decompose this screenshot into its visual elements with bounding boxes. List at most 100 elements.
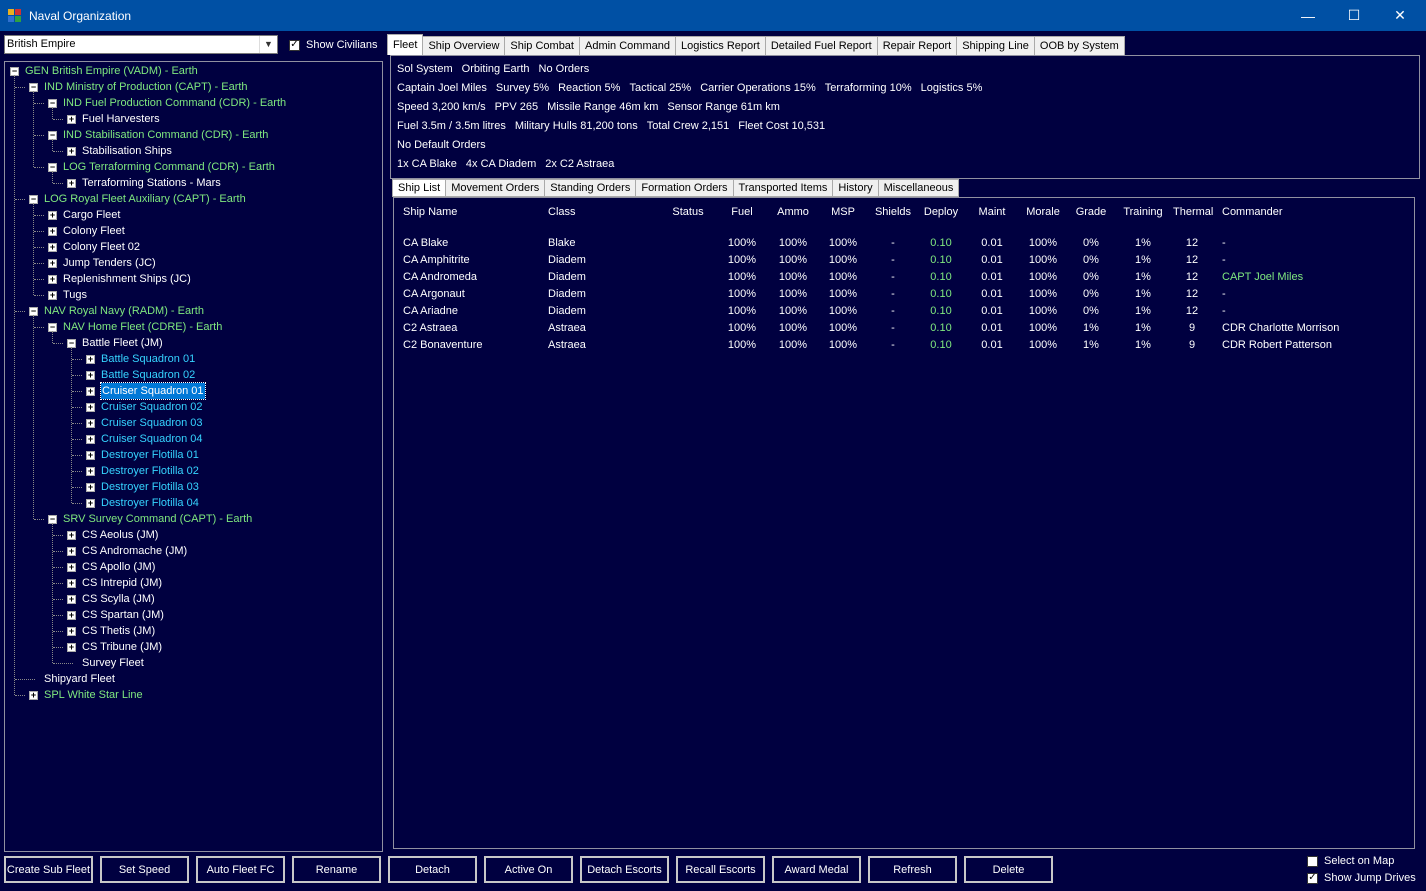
table-row[interactable]: CA Andromeda Diadem 100% 100% 100% - 0.10 0.01 1… (394, 271, 1394, 288)
tree-node-terraforming-stations-mars[interactable]: + Terraforming Stations - Mars (67, 175, 221, 191)
column-header-ammo[interactable]: Ammo (776, 206, 810, 218)
tab-ship-combat[interactable]: Ship Combat (504, 36, 580, 55)
table-row[interactable]: CA Amphitrite Diadem 100% 100% 100% - 0.10 0.01… (394, 254, 1394, 271)
tree-node-label[interactable]: Destroyer Flotilla 01 (101, 447, 199, 463)
ship-list-table[interactable]: Ship Name Class Status Fuel Ammo MSP Shields De… (393, 197, 1415, 849)
expand-icon[interactable]: + (67, 578, 76, 588)
subtab-movement-orders[interactable]: Movement Orders (445, 179, 546, 197)
tree-node-label[interactable]: Battle Squadron 02 (101, 367, 195, 383)
tree-node-label[interactable]: Tugs (63, 287, 87, 303)
tree-node-label[interactable]: CS Thetis (JM) (82, 623, 155, 639)
column-header-ship-name[interactable]: Ship Name (403, 206, 457, 218)
select-on-map-checkbox[interactable] (1307, 855, 1318, 867)
column-header-fuel[interactable]: Fuel (727, 206, 757, 218)
tree-node-battle-squadron-01[interactable]: + Battle Squadron 01 (86, 351, 195, 367)
show-jump-drives-checkbox[interactable]: ✓ (1307, 872, 1318, 884)
tab-repair-report[interactable]: Repair Report (876, 36, 958, 55)
tree-node-spl-white-star-line[interactable]: + SPL White Star Line (29, 687, 143, 703)
tree-node-label[interactable]: Cruiser Squadron 02 (101, 399, 203, 415)
expand-icon[interactable]: + (48, 242, 57, 252)
expand-icon[interactable]: + (67, 546, 76, 556)
expand-icon[interactable]: + (67, 530, 76, 540)
tree-node-label[interactable]: CS Intrepid (JM) (82, 575, 162, 591)
tree-node-cruiser-squadron-04[interactable]: + Cruiser Squadron 04 (86, 431, 203, 447)
expand-icon[interactable]: + (67, 610, 76, 620)
chevron-down-icon[interactable]: ▼ (259, 36, 277, 53)
tree-node-label[interactable]: CS Scylla (JM) (82, 591, 155, 607)
column-header-deploy[interactable]: Deploy (921, 206, 961, 218)
subtab-formation-orders[interactable]: Formation Orders (635, 179, 734, 197)
tree-node-label[interactable]: Jump Tenders (JC) (63, 255, 156, 271)
expand-icon[interactable]: + (67, 146, 76, 156)
subtab-ship-list[interactable]: Ship List (392, 179, 447, 197)
tree-node-label[interactable]: Cruiser Squadron 03 (101, 415, 203, 431)
tree-node-label[interactable]: SPL White Star Line (44, 687, 143, 703)
tree-node-cruiser-squadron-02[interactable]: + Cruiser Squadron 02 (86, 399, 203, 415)
tree-node-label[interactable]: Cruiser Squadron 01 (100, 382, 206, 400)
expand-icon[interactable]: + (67, 178, 76, 188)
tree-node-label[interactable]: CS Apollo (JM) (82, 559, 155, 575)
tree-node-cs-andromache-jm[interactable]: + CS Andromache (JM) (67, 543, 187, 559)
tree-node-replenishment-ships-jc[interactable]: + Replenishment Ships (JC) (48, 271, 191, 287)
expand-icon[interactable]: + (86, 482, 95, 492)
tree-node-ind-fuel-production-command-cdr-earth[interactable]: − IND Fuel Production Command (CDR) - Ear… (48, 95, 286, 111)
expand-icon[interactable]: + (86, 386, 95, 396)
tree-node-label[interactable]: Destroyer Flotilla 03 (101, 479, 199, 495)
tree-node-colony-fleet[interactable]: + Colony Fleet (48, 223, 125, 239)
delete-button[interactable]: Delete (964, 856, 1053, 883)
tree-node-label[interactable]: SRV Survey Command (CAPT) - Earth (63, 511, 252, 527)
expand-icon[interactable]: + (67, 594, 76, 604)
tree-node-destroyer-flotilla-04[interactable]: + Destroyer Flotilla 04 (86, 495, 199, 511)
tab-admin-command[interactable]: Admin Command (578, 36, 676, 55)
tree-node-label[interactable]: Destroyer Flotilla 02 (101, 463, 199, 479)
tab-logistics-report[interactable]: Logistics Report (674, 36, 766, 55)
tree-node-nav-royal-navy-radm-earth[interactable]: − NAV Royal Navy (RADM) - Earth (29, 303, 204, 319)
table-row[interactable]: CA Blake Blake 100% 100% 100% - 0.10 0.01 100% 0%… (394, 237, 1394, 254)
tree-node-label[interactable]: Stabilisation Ships (82, 143, 172, 159)
active-on-button[interactable]: Active On (484, 856, 573, 883)
tab-shipping-line[interactable]: Shipping Line (956, 36, 1035, 55)
column-header-maint[interactable]: Maint (977, 206, 1007, 218)
expand-icon[interactable]: + (48, 290, 57, 300)
expand-icon[interactable]: + (48, 258, 57, 268)
tree-node-label[interactable]: CS Tribune (JM) (82, 639, 162, 655)
tree-node-gen-british-empire-vadm-earth[interactable]: − GEN British Empire (VADM) - Earth (10, 63, 198, 79)
tree-node-label[interactable]: IND Ministry of Production (CAPT) - Eart… (44, 79, 248, 95)
column-header-msp[interactable]: MSP (826, 206, 860, 218)
tree-node-label[interactable]: Survey Fleet (82, 655, 144, 671)
fleet-tree[interactable]: − GEN British Empire (VADM) - Earth − IND M… (4, 61, 383, 852)
tree-node-label[interactable]: NAV Royal Navy (RADM) - Earth (44, 303, 204, 319)
tree-node-survey-fleet[interactable]: Survey Fleet (67, 655, 144, 671)
tree-node-label[interactable]: Battle Squadron 01 (101, 351, 195, 367)
table-row[interactable]: CA Argonaut Diadem 100% 100% 100% - 0.10 0.01 10… (394, 288, 1394, 305)
maximize-button[interactable]: ☐ (1331, 0, 1377, 31)
column-header-class[interactable]: Class (548, 206, 576, 218)
tree-node-cs-scylla-jm[interactable]: + CS Scylla (JM) (67, 591, 155, 607)
tree-node-nav-home-fleet-cdre-earth[interactable]: − NAV Home Fleet (CDRE) - Earth (48, 319, 222, 335)
expand-icon[interactable]: + (86, 402, 95, 412)
show-civilians-checkbox[interactable]: ✓ (289, 39, 300, 51)
expand-icon[interactable]: + (86, 370, 95, 380)
rename-button[interactable]: Rename (292, 856, 381, 883)
tree-node-log-terraforming-command-cdr-earth[interactable]: − LOG Terraforming Command (CDR) - Earth (48, 159, 275, 175)
tree-node-tugs[interactable]: + Tugs (48, 287, 87, 303)
tree-node-label[interactable]: Destroyer Flotilla 04 (101, 495, 199, 511)
tab-fleet[interactable]: Fleet (387, 34, 424, 55)
detach-button[interactable]: Detach (388, 856, 477, 883)
tree-node-srv-survey-command-capt-earth[interactable]: − SRV Survey Command (CAPT) - Earth (48, 511, 252, 527)
expand-icon[interactable]: + (48, 226, 57, 236)
empire-dropdown[interactable]: British Empire ▼ (4, 35, 278, 54)
detach-escorts-button[interactable]: Detach Escorts (580, 856, 669, 883)
column-header-grade[interactable]: Grade (1073, 206, 1109, 218)
expand-icon[interactable]: + (86, 450, 95, 460)
tree-node-destroyer-flotilla-02[interactable]: + Destroyer Flotilla 02 (86, 463, 199, 479)
table-row[interactable]: CA Ariadne Diadem 100% 100% 100% - 0.10 0.01 100… (394, 305, 1394, 322)
tree-node-label[interactable]: Shipyard Fleet (44, 671, 115, 687)
set-speed-button[interactable]: Set Speed (100, 856, 189, 883)
tree-node-cs-intrepid-jm[interactable]: + CS Intrepid (JM) (67, 575, 162, 591)
tree-node-label[interactable]: CS Andromache (JM) (82, 543, 187, 559)
subtab-history[interactable]: History (832, 179, 879, 197)
tree-node-label[interactable]: Cargo Fleet (63, 207, 120, 223)
tree-node-shipyard-fleet[interactable]: Shipyard Fleet (29, 671, 115, 687)
tree-node-ind-ministry-of-production-capt-earth[interactable]: − IND Ministry of Production (CAPT) - Ear… (29, 79, 248, 95)
